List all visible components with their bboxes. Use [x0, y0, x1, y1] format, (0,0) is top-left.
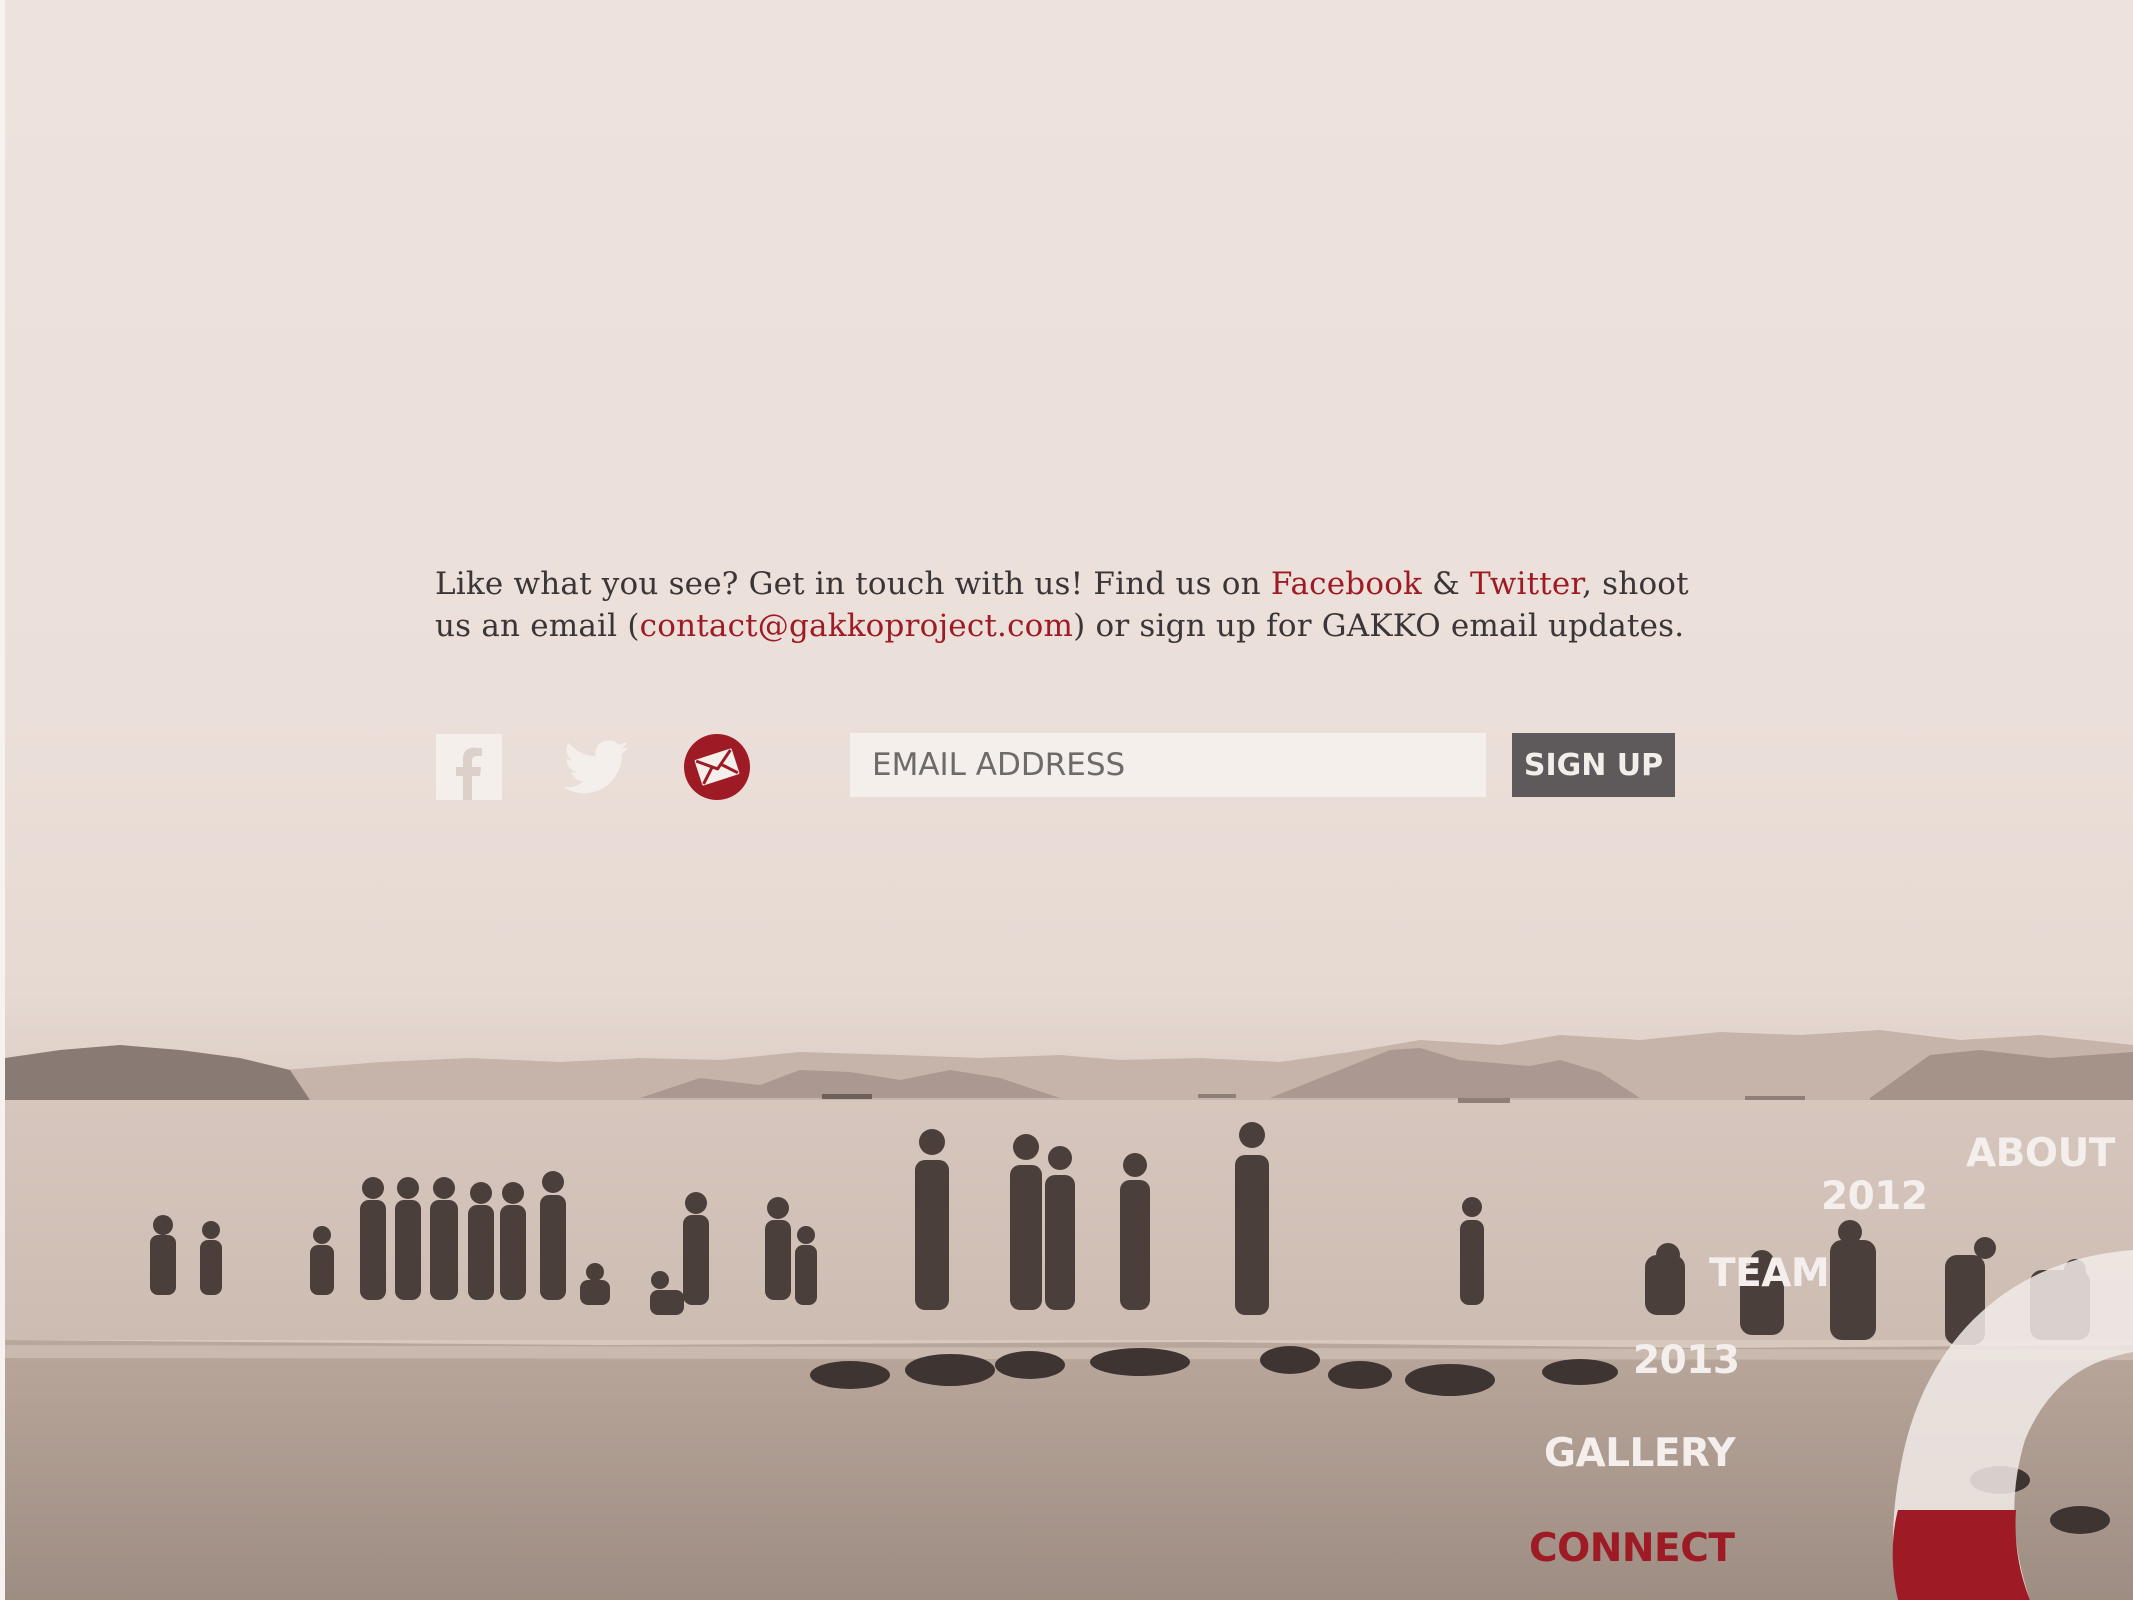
- twitter-icon[interactable]: [564, 734, 630, 800]
- twitter-link[interactable]: Twitter: [1470, 566, 1582, 602]
- intro-text-part3: ) or sign up for GAKKO email updates.: [1073, 608, 1685, 644]
- nav-item-2012[interactable]: 2012: [1821, 1174, 1928, 1219]
- intro-text-amp: &: [1422, 566, 1470, 602]
- nav-item-team[interactable]: TEAM: [1709, 1251, 1830, 1296]
- nav-item-connect[interactable]: CONNECT: [1529, 1526, 1735, 1571]
- intro-text-part1: Like what you see? Get in touch with us!…: [435, 566, 1271, 602]
- facebook-link[interactable]: Facebook: [1271, 566, 1422, 602]
- intro-text: Like what you see? Get in touch with us!…: [435, 563, 1695, 647]
- sign-up-button[interactable]: SIGN UP: [1512, 733, 1675, 797]
- email-address-input[interactable]: [850, 733, 1486, 797]
- envelope-icon[interactable]: [684, 734, 750, 800]
- email-link[interactable]: contact@gakkoproject.com: [640, 608, 1074, 644]
- facebook-icon[interactable]: [436, 734, 502, 800]
- nav-item-gallery[interactable]: GALLERY: [1544, 1431, 1736, 1476]
- nav-item-about[interactable]: ABOUT: [1966, 1131, 2115, 1176]
- connect-page: Like what you see? Get in touch with us!…: [0, 0, 2133, 1600]
- nav-item-2013[interactable]: 2013: [1633, 1338, 1740, 1383]
- nav-arc: [1892, 1250, 2133, 1600]
